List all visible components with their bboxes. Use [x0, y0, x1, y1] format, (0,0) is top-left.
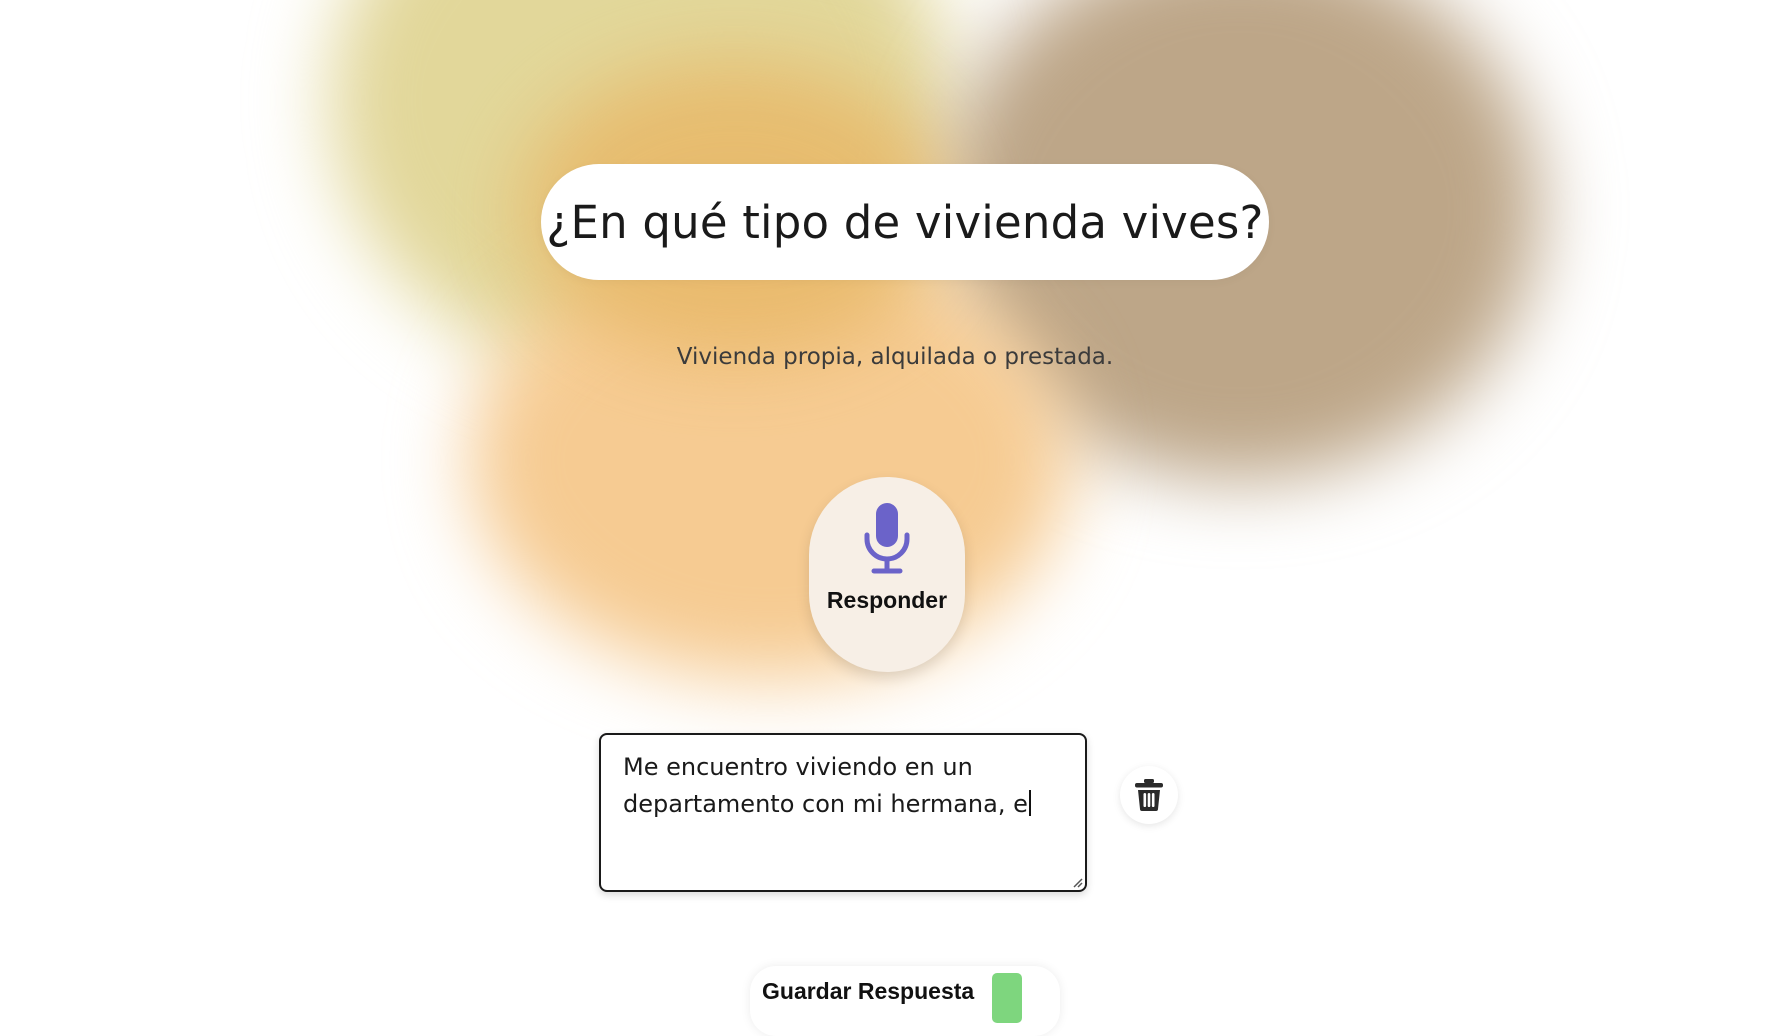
text-caret: [1028, 790, 1031, 816]
answer-line-2: departamento con mi hermana, e: [623, 790, 1028, 818]
save-answer-button[interactable]: Guardar Respuesta: [750, 966, 1060, 1036]
microphone-icon: [864, 503, 910, 574]
resize-grip-icon[interactable]: [1071, 876, 1083, 888]
answer-line-1: Me encuentro viviendo en un: [623, 753, 973, 781]
question-title: ¿En qué tipo de vivienda vives?: [546, 195, 1264, 249]
record-answer-label: Responder: [826, 587, 948, 613]
delete-answer-button[interactable]: [1120, 766, 1178, 824]
question-card: ¿En qué tipo de vivienda vives?: [541, 164, 1269, 280]
trash-icon: [1135, 779, 1163, 811]
save-answer-label: Guardar Respuesta: [762, 978, 975, 1004]
question-hint: Vivienda propia, alquilada o prestada.: [676, 344, 1114, 370]
save-icon: [992, 973, 1023, 1023]
answer-textarea[interactable]: Me encuentro viviendo en un departamento…: [599, 733, 1087, 892]
record-answer-button[interactable]: Responder: [809, 477, 965, 672]
